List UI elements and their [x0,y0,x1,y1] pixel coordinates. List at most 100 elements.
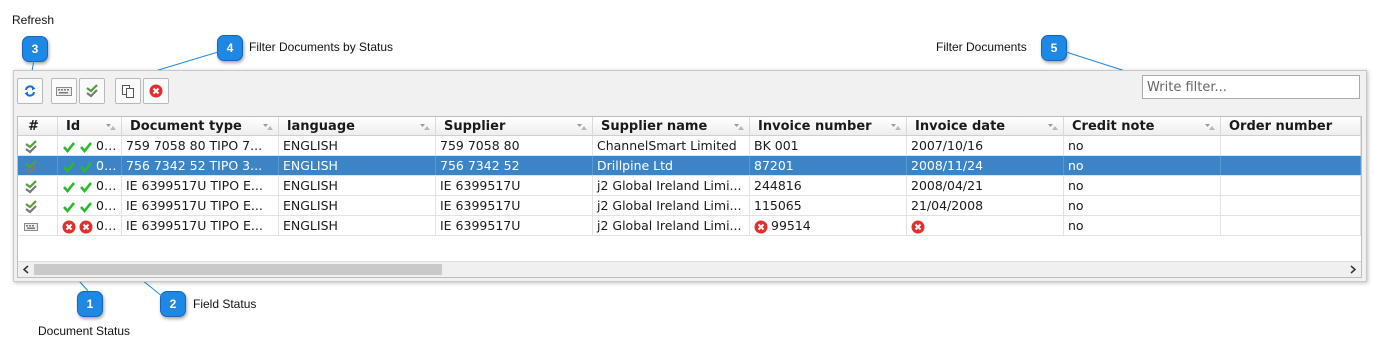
cell-order-number[interactable] [1221,136,1361,155]
cell-invoice-number[interactable]: 244816 [750,176,907,195]
scrollbar-thumb[interactable] [34,264,442,275]
cell-invoice-number[interactable]: 87201 [750,156,907,175]
cell-supplier-name[interactable]: j2 Global Ireland Limi... [593,216,750,235]
cell-document-type[interactable]: IE 6399517U TIPO E... [122,176,279,195]
sort-icon[interactable] [262,123,274,131]
cell-credit-note[interactable]: no [1064,176,1221,195]
cell-supplier[interactable]: IE 6399517U [436,176,593,195]
column-header-label: Invoice number [758,119,872,134]
cell-invoice-date[interactable]: 2008/04/21 [907,176,1064,195]
cell-text: 2008/11/24 [911,158,984,173]
cell-credit-note[interactable]: no [1064,216,1221,235]
cell-credit-note[interactable]: no [1064,196,1221,215]
sort-icon[interactable] [890,123,902,131]
column-header-label: Id [66,119,81,134]
cell-supplier-name[interactable]: j2 Global Ireland Limi... [593,176,750,195]
sort-icon[interactable] [733,123,745,131]
filter-validated-status-button[interactable] [79,78,105,104]
cell-language[interactable]: ENGLISH [279,216,436,235]
cell-order-number[interactable] [1221,176,1361,195]
cell-invoice-date[interactable]: 2008/11/24 [907,156,1064,175]
cell-id[interactable]: 0002 [58,156,122,175]
column-header-invoice-date[interactable]: Invoice date [907,117,1064,136]
cell-id[interactable]: 0005 [58,216,122,235]
cell-invoice-date[interactable] [907,216,1064,235]
column-header-document-type[interactable]: Document type [122,117,279,136]
cell-document-type[interactable]: 756 7342 52 TIPO 3... [122,156,279,175]
cell-supplier[interactable]: IE 6399517U [436,196,593,215]
refresh-button[interactable] [17,78,43,104]
cell-text: j2 Global Ireland Limi... [597,198,742,213]
column-header-supplier-name[interactable]: Supplier name [593,117,750,136]
cell-credit-note[interactable]: no [1064,156,1221,175]
copy-button[interactable] [115,78,141,104]
cell-language[interactable]: ENGLISH [279,176,436,195]
cell-invoice-number[interactable]: BK 001 [750,136,907,155]
cell-document-type[interactable]: IE 6399517U TIPO E... [122,216,279,235]
cell-supplier-name[interactable]: j2 Global Ireland Limi... [593,196,750,215]
cell-order-number[interactable] [1221,216,1361,235]
cell-invoice-number[interactable]: 99514 [750,216,907,235]
sort-icon[interactable] [576,123,588,131]
filter-input[interactable] [1142,75,1360,99]
cell-invoice-date[interactable]: 2007/10/16 [907,136,1064,155]
cell-id[interactable]: 0004 [58,196,122,215]
scroll-left-icon[interactable] [22,265,30,274]
cell-invoice-date[interactable]: 21/04/2008 [907,196,1064,215]
sort-icon[interactable] [1204,123,1216,131]
cell-supplier[interactable]: IE 6399517U [436,216,593,235]
column-header-invoice-number[interactable]: Invoice number [750,117,907,136]
cell-text: no [1068,198,1084,213]
cell-status[interactable] [18,176,58,195]
sort-icon[interactable] [1047,123,1059,131]
cell-text: 0004 [96,198,121,213]
cell-invoice-number[interactable]: 115065 [750,196,907,215]
horizontal-scrollbar[interactable] [18,261,1361,277]
cell-text: j2 Global Ireland Limi... [597,218,742,233]
cell-language[interactable]: ENGLISH [279,136,436,155]
column-header-language[interactable]: language [279,117,436,136]
table-row[interactable]: 0001 759 7058 80 TIPO 7... ENGLISH 759 7058… [18,136,1361,156]
cell-order-number[interactable] [1221,156,1361,175]
delete-button[interactable] [143,78,169,104]
cell-credit-note[interactable]: no [1064,136,1221,155]
column-header-label: Order number [1229,119,1333,134]
filter-manual-status-button[interactable] [51,78,77,104]
cell-order-number[interactable] [1221,196,1361,215]
cell-status[interactable] [18,196,58,215]
column-header-status[interactable]: # [18,117,58,136]
cell-supplier-name[interactable]: Drillpine Ltd [593,156,750,175]
cell-language[interactable]: ENGLISH [279,196,436,215]
table-row[interactable]: 0003 IE 6399517U TIPO E... ENGLISH IE 63995… [18,176,1361,196]
cell-text: Drillpine Ltd [597,158,673,173]
column-header-supplier[interactable]: Supplier [436,117,593,136]
column-header-order-number[interactable]: Order number [1221,117,1361,136]
table-row[interactable]: 0005 IE 6399517U TIPO E... ENGLISH IE 63995… [18,216,1361,236]
table-row[interactable]: 0004 IE 6399517U TIPO E... ENGLISH IE 63995… [18,196,1361,216]
document-status-validated-icon [25,159,37,173]
cell-document-type[interactable]: 759 7058 80 TIPO 7... [122,136,279,155]
cell-text: 759 7058 80 [440,138,520,153]
cell-text: 0001 [96,138,121,153]
cell-status[interactable] [18,216,58,235]
cell-supplier-name[interactable]: ChannelSmart Limited [593,136,750,155]
column-header-credit-note[interactable]: Credit note [1064,117,1221,136]
cell-status[interactable] [18,156,58,175]
table-row[interactable]: 0002 756 7342 52 TIPO 3... ENGLISH 756 7342… [18,156,1361,176]
column-header-label: Supplier [444,119,506,134]
cell-language[interactable]: ENGLISH [279,156,436,175]
column-header-id[interactable]: Id [58,117,122,136]
scroll-right-icon[interactable] [1349,265,1357,274]
column-header-label: language [287,119,355,134]
cell-supplier[interactable]: 759 7058 80 [436,136,593,155]
cell-status[interactable] [18,136,58,155]
cell-document-type[interactable]: IE 6399517U TIPO E... [122,196,279,215]
cell-id[interactable]: 0003 [58,176,122,195]
document-status-manual-icon [24,222,38,231]
cell-text: 2008/04/21 [911,178,984,193]
sort-icon[interactable] [419,123,431,131]
cell-id[interactable]: 0001 [58,136,122,155]
refresh-icon [24,85,36,97]
cell-supplier[interactable]: 756 7342 52 [436,156,593,175]
sort-icon[interactable] [105,123,117,131]
